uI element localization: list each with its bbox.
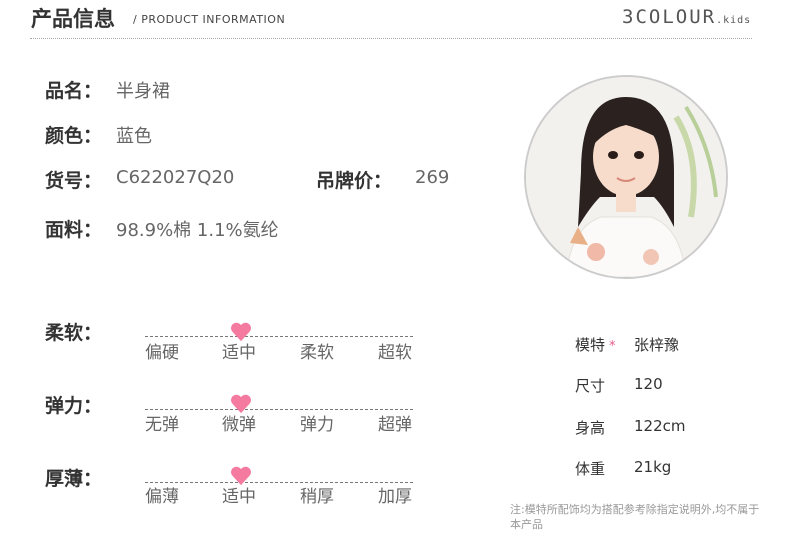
scale-option: 超软 bbox=[378, 343, 412, 363]
scale-option: 加厚 bbox=[378, 487, 412, 507]
model-photo bbox=[524, 75, 728, 279]
model-height-label: 身高 bbox=[575, 419, 606, 437]
scale-label: 弹力： bbox=[45, 395, 103, 417]
model-name-label-text: 模特 bbox=[575, 336, 606, 354]
scale-option: 超弹 bbox=[378, 415, 412, 435]
scale-track bbox=[145, 336, 413, 337]
color-value: 蓝色 bbox=[116, 126, 152, 147]
color-label: 颜色： bbox=[45, 125, 103, 147]
scale-option: 微弹 bbox=[222, 415, 256, 435]
scale-option: 适中 bbox=[222, 487, 256, 507]
scale-option: 偏薄 bbox=[145, 487, 179, 507]
price-label: 吊牌价： bbox=[316, 170, 393, 192]
disclaimer-note: 注:模特所配饰均为搭配参考除指定说明外,均不属于本产品 bbox=[510, 503, 760, 531]
sku-label: 货号： bbox=[45, 170, 103, 192]
name-value: 半身裙 bbox=[116, 81, 170, 102]
scale-option: 适中 bbox=[222, 343, 256, 363]
price-value: 269 bbox=[415, 167, 450, 188]
header-divider bbox=[30, 38, 752, 39]
scale-track bbox=[145, 409, 413, 410]
page-subtitle: / PRODUCT INFORMATION bbox=[133, 13, 286, 26]
brand-main: 3COLOUR bbox=[622, 6, 717, 28]
scale-label: 厚薄： bbox=[45, 468, 103, 490]
model-size-label: 尺寸 bbox=[575, 377, 606, 395]
name-label: 品名： bbox=[45, 80, 103, 102]
model-photo-illustration bbox=[526, 77, 726, 277]
scale-option: 弹力 bbox=[300, 415, 334, 435]
scale-option: 柔软 bbox=[300, 343, 334, 363]
scale-label: 柔软： bbox=[45, 322, 103, 344]
model-weight-value: 21kg bbox=[634, 458, 672, 476]
scale-option: 稍厚 bbox=[300, 487, 334, 507]
model-weight-label: 体重 bbox=[575, 460, 606, 478]
model-name-value: 张梓豫 bbox=[634, 336, 680, 354]
page-title: 产品信息 bbox=[31, 7, 115, 31]
required-star: * bbox=[609, 339, 616, 354]
model-name-label: 模特 * bbox=[575, 334, 616, 355]
model-height-value: 122cm bbox=[634, 417, 686, 435]
scale-option: 无弹 bbox=[145, 415, 179, 435]
scale-track bbox=[145, 482, 413, 483]
model-size-value: 120 bbox=[634, 375, 663, 393]
brand-small: .kids bbox=[716, 15, 752, 26]
scale-option: 偏硬 bbox=[145, 343, 179, 363]
sku-value: C622027Q20 bbox=[116, 167, 235, 188]
fabric-label: 面料： bbox=[45, 219, 103, 241]
fabric-value: 98.9%棉 1.1%氨纶 bbox=[116, 220, 279, 241]
brand-logo: 3COLOUR.kids bbox=[622, 6, 751, 28]
